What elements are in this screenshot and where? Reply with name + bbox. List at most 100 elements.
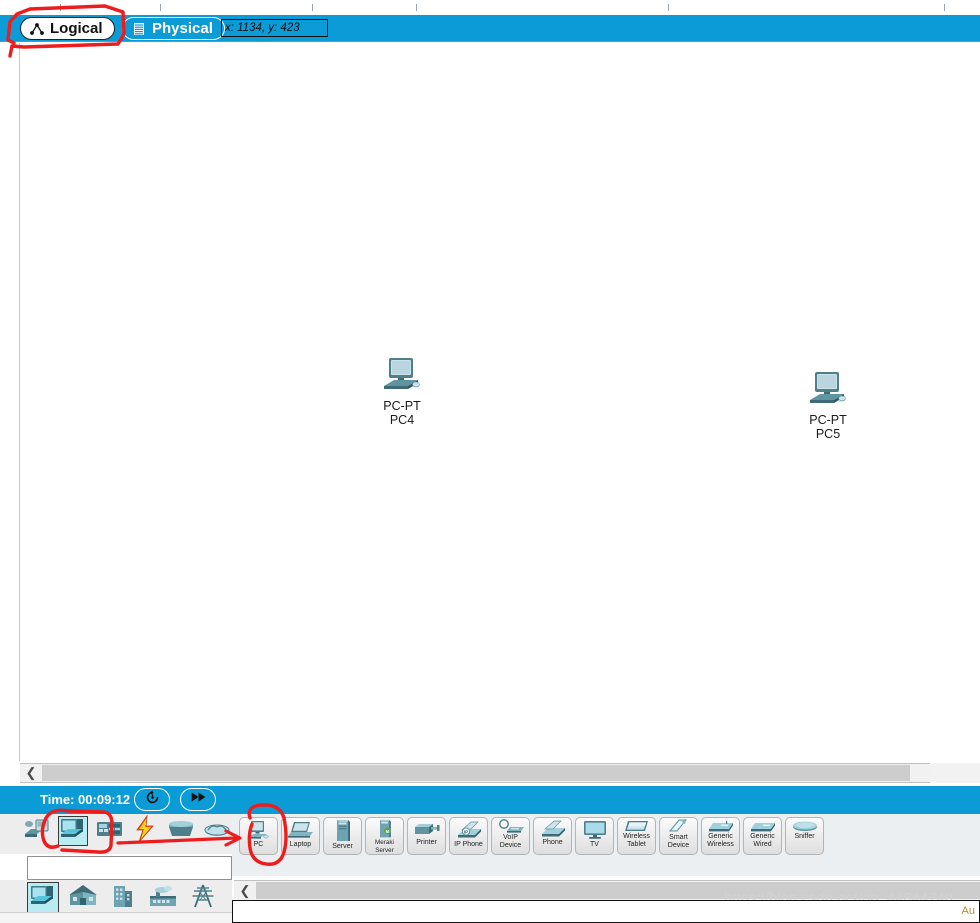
- device-button-label2: Device: [667, 841, 690, 849]
- server-icon: [336, 820, 350, 841]
- scroll-corner-left: [0, 763, 20, 783]
- device-name-label: PC5: [815, 427, 841, 441]
- ruler-tick: [160, 4, 161, 11]
- logical-topology-icon: [29, 21, 45, 37]
- view-tab-bar: Logical Physical x: 1134, y: 423: [0, 15, 980, 42]
- ruler-tick: [416, 4, 417, 11]
- device-category-multiuser[interactable]: [202, 816, 232, 846]
- device-button-meraki-server[interactable]: M Meraki Server: [365, 817, 404, 855]
- device-button-label2: Wireless: [707, 840, 734, 848]
- multiuser-cloud-icon: [203, 819, 231, 844]
- device-button-label: Server: [332, 843, 353, 850]
- device-list-row: PC Laptop Server M Meraki Server Printer…: [239, 817, 824, 855]
- device-subcategory-end-devices[interactable]: [27, 882, 59, 914]
- building-icon: [111, 883, 135, 914]
- device-button-label: Wireless: [623, 833, 650, 840]
- end-devices-icon: [60, 817, 86, 846]
- device-button-label: Sniffer: [794, 833, 815, 840]
- meraki-server-icon: M: [379, 819, 391, 838]
- tab-logical[interactable]: Logical: [20, 17, 115, 40]
- factory-icon: [148, 884, 178, 913]
- tab-physical[interactable]: Physical: [122, 17, 225, 40]
- device-button-server[interactable]: Server: [323, 817, 362, 855]
- ruler-tick: [312, 4, 313, 11]
- device-subcategory-industrial[interactable]: [147, 882, 179, 914]
- smart-device-icon: [668, 819, 687, 832]
- logical-workspace-canvas[interactable]: PC-PT PC4 PC-PT PC5: [20, 43, 930, 761]
- device-button-label: VoIP: [503, 834, 518, 841]
- physical-rack-icon: [131, 21, 147, 37]
- chevron-left-icon[interactable]: ❮: [234, 881, 256, 900]
- device-filter-input[interactable]: [27, 856, 232, 880]
- canvas-left-gutter: [0, 43, 20, 761]
- fast-forward-button[interactable]: [180, 788, 216, 811]
- device-filter-field[interactable]: [28, 857, 231, 879]
- laptop-icon: [287, 822, 313, 838]
- device-category-network-devices[interactable]: [22, 816, 52, 846]
- fast-forward-icon: [190, 790, 207, 809]
- device-category-end-devices[interactable]: [58, 816, 88, 846]
- device-button-generic-wired[interactable]: Generic Wired: [743, 817, 782, 855]
- lightning-icon: [134, 814, 156, 848]
- tab-physical-label: Physical: [152, 20, 213, 37]
- device-category-connections[interactable]: [130, 814, 160, 848]
- device-category-miscellaneous[interactable]: [166, 816, 196, 846]
- scroll-corner-right: [930, 763, 980, 783]
- device-button-label2: Device: [499, 841, 522, 849]
- chevron-left-icon[interactable]: ❮: [20, 764, 42, 782]
- scrollbar-thumb[interactable]: [42, 765, 910, 781]
- device-button-pc[interactable]: PC: [239, 817, 278, 855]
- device-subcategory-row: [27, 882, 219, 914]
- device-list-scrollbar[interactable]: ❮: [234, 880, 980, 900]
- network-devices-icon: [23, 816, 51, 847]
- device-button-laptop[interactable]: Laptop: [281, 817, 320, 855]
- device-button-voip-device[interactable]: VoIP Device: [491, 817, 530, 855]
- device-name-label: PC4: [389, 413, 415, 427]
- simulation-time-bar: Time: 00:09:12: [0, 786, 980, 814]
- device-subcategory-smart-city[interactable]: [107, 882, 139, 914]
- device-button-printer[interactable]: Printer: [407, 817, 446, 855]
- device-button-smart-device[interactable]: Smart Device: [659, 817, 698, 855]
- device-subcategory-power-grid[interactable]: [187, 882, 219, 914]
- generic-wired-icon: [750, 823, 775, 832]
- home-icon: [68, 884, 98, 913]
- device-button-phone[interactable]: Phone: [533, 817, 572, 855]
- device-subcategory-home[interactable]: [67, 882, 99, 914]
- device-button-ip-phone[interactable]: IP IP Phone: [449, 817, 488, 855]
- reset-simulation-button[interactable]: [134, 788, 170, 811]
- canvas-right-gutter: [930, 43, 980, 761]
- sniffer-icon: [792, 821, 817, 831]
- canvas-horizontal-scrollbar[interactable]: ❮: [20, 763, 930, 783]
- simulation-time-label: Time: 00:09:12: [40, 792, 131, 807]
- scrollbar-thumb[interactable]: [256, 882, 980, 899]
- wireless-tablet-icon: [624, 821, 648, 831]
- ruler-tick: [668, 4, 669, 11]
- cursor-coordinates-value: x: 1134, y: 423: [225, 22, 300, 34]
- miscellaneous-icon: [167, 818, 195, 845]
- pc-icon: [354, 350, 450, 398]
- end-devices-icon: [30, 884, 56, 913]
- device-button-label: PC: [253, 841, 264, 848]
- device-button-label: Generic: [708, 833, 733, 840]
- svg-text:M: M: [385, 829, 389, 834]
- device-button-generic-wireless[interactable]: Generic Wireless: [701, 817, 740, 855]
- ruler-tick: [944, 4, 945, 11]
- device-button-wireless-tablet[interactable]: Wireless Tablet: [617, 817, 656, 855]
- workspace-device-pc5[interactable]: PC-PT PC5: [780, 364, 876, 441]
- reset-clock-icon: [144, 789, 161, 811]
- pc-icon: [247, 821, 268, 839]
- device-model-label: PC-PT: [383, 399, 421, 413]
- ruler-tick: [60, 4, 61, 11]
- status-bar-text: Au: [961, 905, 975, 917]
- device-button-tv[interactable]: TV: [575, 817, 614, 855]
- device-button-sniffer[interactable]: Sniffer: [785, 817, 824, 855]
- device-button-label: Laptop: [289, 841, 312, 848]
- device-button-label: Meraki Server: [375, 839, 394, 854]
- printer-icon: [414, 824, 439, 834]
- top-ruler-strip: [0, 0, 980, 15]
- workspace-device-pc4[interactable]: PC-PT PC4: [354, 350, 450, 427]
- device-button-label: Smart: [669, 834, 688, 841]
- tv-icon: [583, 821, 606, 839]
- device-category-components[interactable]: [94, 816, 124, 846]
- pc-icon: [780, 364, 876, 412]
